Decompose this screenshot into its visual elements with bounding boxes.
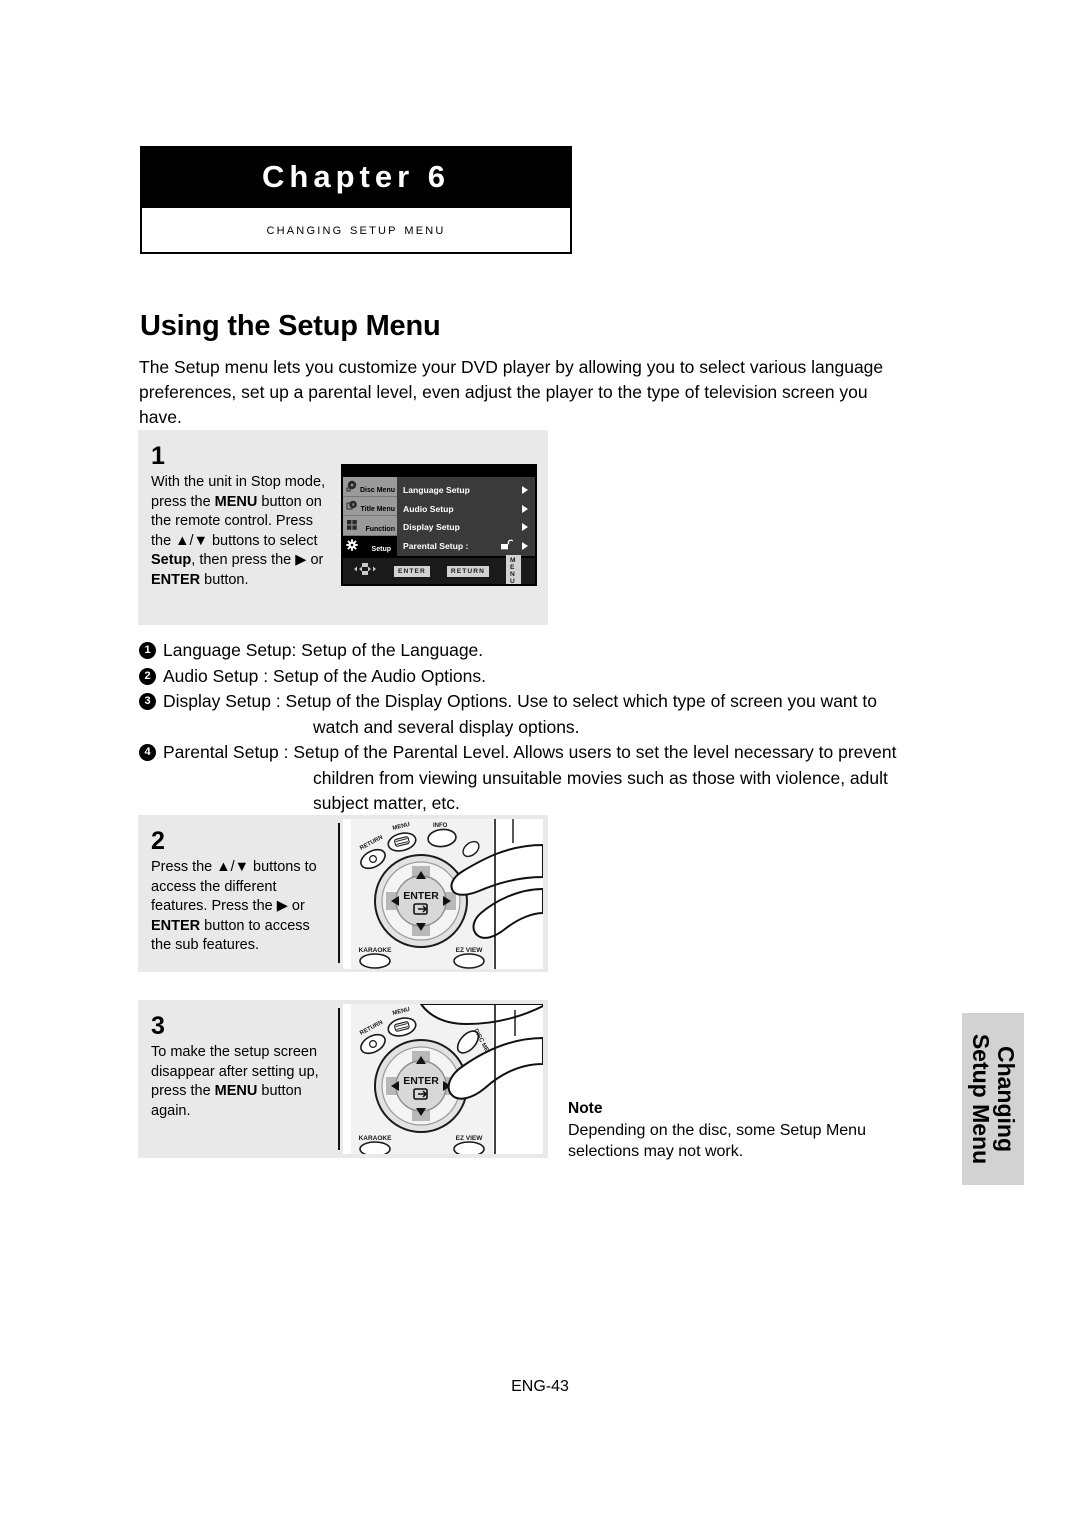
list-item: 1 Language Setup: Setup of the Language. bbox=[139, 638, 939, 664]
chevron-right-icon bbox=[522, 541, 528, 550]
osd-row-display-setup[interactable]: Display Setup bbox=[403, 518, 535, 537]
osd-row-parental-setup[interactable]: Parental Setup : bbox=[403, 537, 535, 556]
dpad-icon bbox=[352, 562, 378, 581]
osd-button-enter[interactable]: ENTER bbox=[394, 565, 430, 577]
step-box-3: 3 To make the setup screen disappear aft… bbox=[138, 1000, 548, 1158]
list-item-continuation: watch and several display options. bbox=[313, 716, 580, 737]
svg-text:KARAOKE: KARAOKE bbox=[359, 947, 393, 954]
osd-row-language-setup[interactable]: Language Setup bbox=[403, 481, 535, 500]
svg-text:ENTER: ENTER bbox=[403, 890, 439, 902]
side-tab-line-1: Changing bbox=[993, 1045, 1019, 1153]
step-3-text: To make the setup screen disappear after… bbox=[151, 1044, 319, 1119]
osd-row-label: Language Setup bbox=[403, 485, 470, 496]
remote-illustration-step-3: RETURN MENU DISC MENU ENTER KARAOKE EZ V… bbox=[343, 1003, 544, 1157]
gear-icon bbox=[346, 538, 358, 551]
osd-row-label: Audio Setup bbox=[403, 503, 454, 514]
svg-text:EZ VIEW: EZ VIEW bbox=[456, 947, 484, 954]
list-item-text: Display Setup : Setup of the Display Opt… bbox=[163, 691, 877, 711]
disc-menu-icon bbox=[346, 479, 358, 492]
svg-text:EZ VIEW: EZ VIEW bbox=[456, 1135, 484, 1142]
osd-row-label: Display Setup bbox=[403, 522, 460, 533]
note-title: Note bbox=[568, 1100, 603, 1117]
chapter-subtitle-bar: Changing Setup Menu bbox=[140, 208, 572, 254]
osd-sidebar-item-disc-menu[interactable]: Disc Menu bbox=[343, 477, 397, 497]
function-icon bbox=[346, 518, 358, 531]
osd-top-bar bbox=[343, 466, 535, 477]
list-item: 2 Audio Setup : Setup of the Audio Optio… bbox=[139, 664, 939, 690]
step-2-number: 2 bbox=[151, 827, 165, 855]
dvd-osd-menu: Disc Menu Title Menu Function Setup Lang… bbox=[341, 464, 537, 586]
step-1-number: 1 bbox=[151, 442, 165, 470]
osd-sidebar-label: Disc Menu bbox=[359, 486, 395, 494]
step-box-2: 2 Press the ▲/▼ buttons to access the di… bbox=[138, 815, 548, 972]
step-3-divider bbox=[338, 1008, 340, 1150]
osd-menu-list: Language Setup Audio Setup Display Setup… bbox=[397, 477, 535, 556]
osd-row-label: Parental Setup : bbox=[403, 540, 469, 551]
note-block: Note Depending on the disc, some Setup M… bbox=[568, 1100, 908, 1162]
step-box-1: 1 With the unit in Stop mode, press the … bbox=[138, 430, 548, 625]
intro-paragraph: The Setup menu lets you customize your D… bbox=[139, 357, 884, 427]
chapter-subtitle: Changing Setup Menu bbox=[266, 221, 446, 238]
osd-bottom-bar: ENTER RETURN M E N U bbox=[343, 555, 535, 584]
svg-text:KARAOKE: KARAOKE bbox=[359, 1135, 393, 1142]
step-1-text: With the unit in Stop mode, press the ME… bbox=[151, 474, 326, 588]
side-tab-line-2: Setup Menu bbox=[968, 1033, 994, 1165]
side-tab-chapter-marker: Changing Setup Menu bbox=[962, 1013, 1024, 1185]
step-2-copy: 2 Press the ▲/▼ buttons to access the di… bbox=[151, 829, 329, 956]
chevron-right-icon bbox=[522, 486, 528, 495]
note-text: Depending on the disc, some Setup Menu s… bbox=[568, 1122, 866, 1160]
osd-button-return[interactable]: RETURN bbox=[446, 565, 489, 577]
osd-sidebar-label: Title Menu bbox=[360, 506, 395, 514]
list-item-text: Language Setup: Setup of the Language. bbox=[163, 640, 484, 660]
remote-illustration-step-2: RETURN MENU INFO ENTER KARAOKE EZ VIEW bbox=[343, 819, 544, 969]
side-tab-label: Changing Setup Menu bbox=[968, 1033, 1019, 1165]
list-item-text: Audio Setup : Setup of the Audio Options… bbox=[163, 665, 487, 686]
osd-sidebar-item-function[interactable]: Function bbox=[343, 516, 397, 537]
step-2-divider bbox=[338, 823, 340, 963]
unlocked-padlock-icon bbox=[500, 539, 514, 552]
chevron-right-icon bbox=[522, 523, 528, 532]
title-menu-icon bbox=[346, 499, 358, 511]
chapter-title-bar: Chapter 6 bbox=[140, 146, 572, 208]
list-bullet-3: 3 bbox=[139, 693, 156, 710]
setup-options-list: 1 Language Setup: Setup of the Language.… bbox=[139, 638, 939, 817]
chevron-right-icon bbox=[522, 504, 528, 513]
step-3-copy: 3 To make the setup screen disappear aft… bbox=[151, 1014, 329, 1121]
osd-sidebar: Disc Menu Title Menu Function Setup bbox=[343, 477, 397, 556]
list-bullet-1: 1 bbox=[139, 642, 156, 659]
page-title: Using the Setup Menu bbox=[140, 310, 441, 342]
list-bullet-2: 2 bbox=[139, 667, 156, 685]
osd-sidebar-item-title-menu[interactable]: Title Menu bbox=[343, 497, 397, 517]
list-bullet-4: 4 bbox=[139, 744, 156, 761]
osd-button-menu[interactable]: M E N U bbox=[505, 555, 521, 584]
svg-text:ENTER: ENTER bbox=[403, 1075, 439, 1087]
osd-sidebar-label: Function bbox=[365, 526, 395, 534]
osd-sidebar-label: Setup bbox=[371, 545, 391, 553]
step-1-copy: 1 With the unit in Stop mode, press the … bbox=[151, 444, 329, 590]
list-item: 4 Parental Setup : Setup of the Parental… bbox=[139, 740, 939, 817]
list-item-continuation: children from viewing unsuitable movies … bbox=[313, 767, 888, 814]
svg-text:INFO: INFO bbox=[433, 823, 448, 829]
list-item: 3 Display Setup : Setup of the Display O… bbox=[139, 689, 939, 740]
osd-sidebar-item-setup[interactable]: Setup bbox=[343, 536, 397, 556]
step-2-text: Press the ▲/▼ buttons to access the diff… bbox=[151, 859, 317, 953]
chapter-header: Chapter 6 Changing Setup Menu bbox=[140, 146, 572, 254]
osd-row-audio-setup[interactable]: Audio Setup bbox=[403, 500, 535, 519]
page-footer: ENG-43 bbox=[511, 1378, 569, 1395]
step-3-number: 3 bbox=[151, 1012, 165, 1040]
chapter-title: Chapter 6 bbox=[262, 159, 450, 194]
list-item-text: Parental Setup : Setup of the Parental L… bbox=[163, 742, 897, 762]
